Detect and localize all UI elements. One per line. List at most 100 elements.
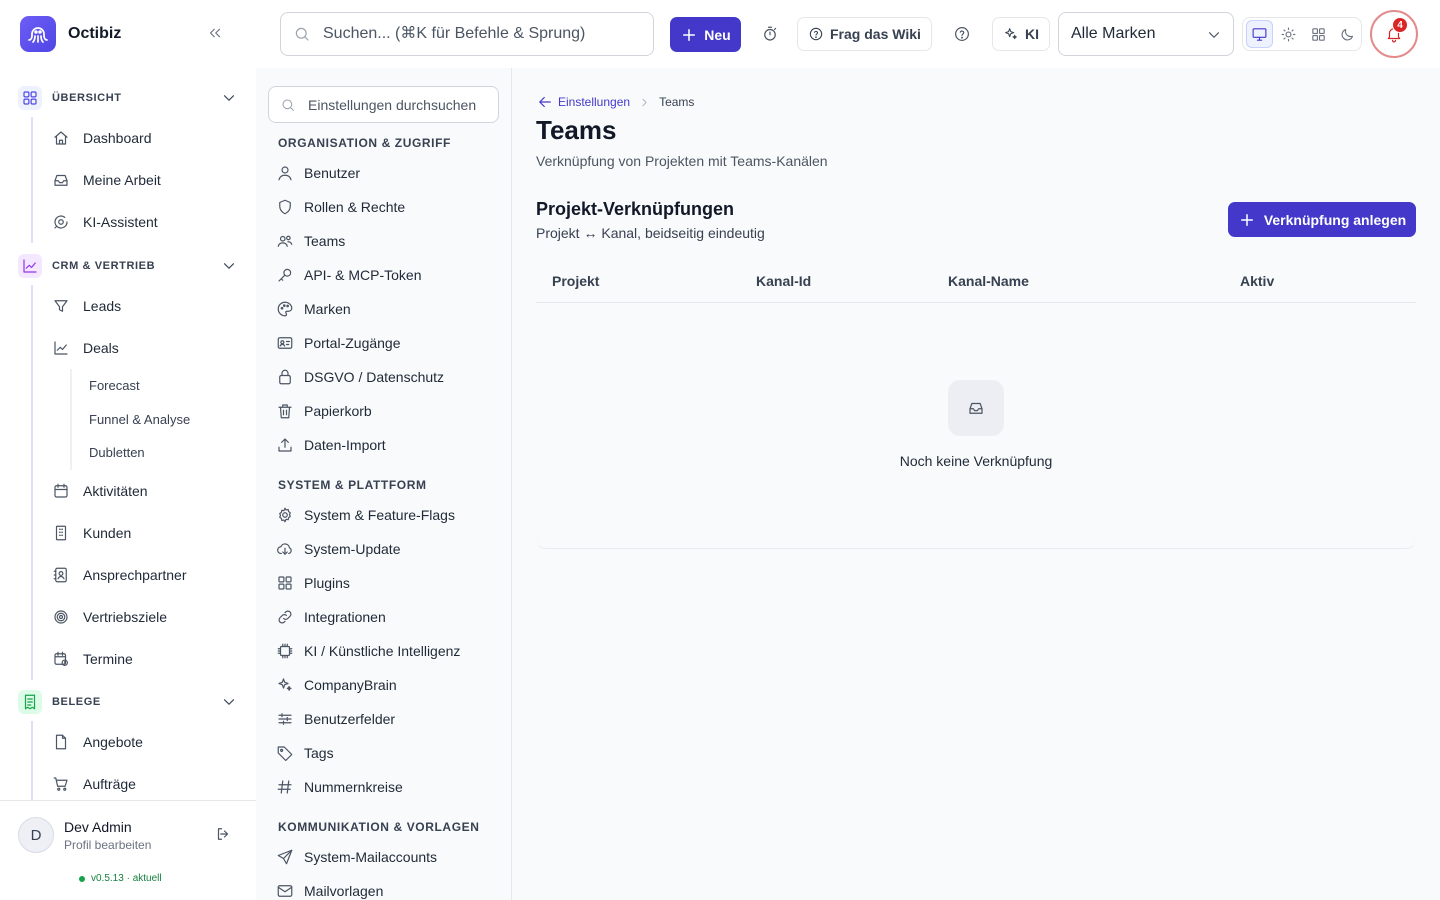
global-search-input[interactable] (323, 25, 643, 43)
links-table: Projekt Kanal-Id Kanal-Name Aktiv Noch k… (536, 261, 1416, 549)
column-header-channel-name[interactable]: Kanal-Name (948, 273, 1029, 289)
nav-group-crm: CRM & VERTRIEB Leads Deals Forecast Funn… (0, 252, 256, 680)
inbox-icon (969, 402, 983, 414)
sun-icon (1281, 27, 1296, 41)
settings-section-label: SYSTEM & PLATTFORM (278, 478, 427, 492)
sidebar-item-my-work[interactable]: Meine Arbeit (33, 159, 256, 201)
settings-item-ai[interactable]: KI / Künstliche Intelligenz (276, 634, 460, 668)
brand-select-value: Alle Marken (1071, 25, 1156, 42)
settings-search-input[interactable] (308, 96, 493, 113)
settings-item-roles[interactable]: Rollen & Rechte (276, 190, 405, 224)
nav-group-documents: BELEGE Angebote Aufträge (0, 688, 256, 805)
sidebar-item-activities[interactable]: Aktivitäten (33, 470, 256, 512)
edit-profile-link[interactable]: Profil bearbeiten (64, 838, 151, 852)
page-subtitle: Verknüpfung von Projekten mit Teams-Kanä… (536, 153, 828, 169)
new-button[interactable]: Neu (670, 17, 741, 52)
target-icon (54, 609, 68, 624)
column-header-project[interactable]: Projekt (552, 273, 599, 289)
logout-button[interactable] (214, 825, 232, 843)
breadcrumb-parent: Einstellungen (558, 95, 631, 109)
brand-select[interactable]: Alle Marken (1058, 12, 1234, 56)
settings-item-mail-accounts[interactable]: System-Mailaccounts (276, 840, 437, 874)
notifications-button[interactable] (1370, 10, 1418, 58)
hash-icon (277, 780, 292, 794)
settings-item-teams[interactable]: Teams (276, 224, 345, 258)
settings-item-number-ranges[interactable]: Nummernkreise (276, 770, 403, 804)
column-header-active[interactable]: Aktiv (1240, 273, 1274, 289)
settings-item-tags[interactable]: Tags (276, 736, 334, 770)
user-name[interactable]: Dev Admin (64, 819, 132, 835)
sidebar-item-orders[interactable]: Aufträge (33, 763, 256, 805)
sidebar-subitem-funnel[interactable]: Funnel & Analyse (72, 403, 256, 437)
settings-item-label: System-Mailaccounts (304, 849, 438, 865)
sidebar-item-appointments[interactable]: Termine (33, 638, 256, 680)
upload-icon (278, 438, 292, 452)
settings-item-gdpr[interactable]: DSGVO / Datenschutz (276, 360, 444, 394)
settings-item-trash[interactable]: Papierkorb (276, 394, 372, 428)
trash-icon (278, 404, 292, 419)
nav-group-header-crm[interactable]: CRM & VERTRIEB (0, 252, 256, 280)
settings-item-api-token[interactable]: API- & MCP-Token (276, 258, 421, 292)
chevrons-left-icon (209, 28, 221, 38)
sidebar-item-leads[interactable]: Leads (33, 285, 256, 327)
theme-system-button[interactable] (1246, 20, 1274, 48)
sidebar-item-dashboard[interactable]: Dashboard (33, 117, 256, 159)
wiki-button[interactable]: Frag das Wiki (797, 17, 932, 51)
layout-button[interactable] (1305, 20, 1332, 48)
octopus-logo-icon (20, 16, 56, 52)
sidebar-item-customers[interactable]: Kunden (33, 512, 256, 554)
grid-icon (18, 86, 42, 110)
ai-button[interactable]: KI (992, 17, 1050, 51)
breadcrumb-back-link[interactable]: Einstellungen (536, 93, 630, 111)
nav-group-header-documents[interactable]: BELEGE (0, 688, 256, 716)
chevron-down-icon[interactable] (220, 89, 238, 107)
global-search[interactable] (280, 12, 654, 56)
timer-button[interactable] (758, 17, 782, 51)
sidebar-item-label: Leads (83, 298, 122, 314)
settings-item-data-import[interactable]: Daten-Import (276, 428, 386, 462)
link-icon (278, 610, 292, 624)
sub-list-deals: Forecast Funnel & Analyse Dubletten (70, 369, 256, 470)
help-button[interactable] (950, 17, 974, 51)
help-circle-icon (809, 27, 823, 41)
table-header: Projekt Kanal-Id Kanal-Name Aktiv (536, 261, 1416, 303)
app-name: Octibiz (68, 25, 122, 42)
chevron-down-icon[interactable] (220, 693, 238, 711)
settings-item-label: Tags (304, 745, 334, 761)
theme-light-button[interactable] (1275, 20, 1302, 48)
settings-item-label: Benutzerfelder (304, 711, 396, 727)
nav-group-label: CRM & VERTRIEB (52, 260, 156, 272)
funnel-icon (54, 300, 68, 312)
settings-item-feature-flags[interactable]: System & Feature-Flags (276, 498, 455, 532)
collapse-sidebar-button[interactable] (206, 24, 224, 42)
sidebar-item-quotes[interactable]: Angebote (33, 721, 256, 763)
settings-item-custom-fields[interactable]: Benutzerfelder (276, 702, 395, 736)
sidebar-subitem-forecast[interactable]: Forecast (72, 369, 256, 403)
theme-dark-button[interactable] (1334, 20, 1361, 48)
sidebar-item-deals[interactable]: Deals (33, 327, 256, 369)
settings-item-companybrain[interactable]: CompanyBrain (276, 668, 397, 702)
chevron-down-icon (1208, 32, 1220, 38)
empty-state-icon-box (948, 380, 1004, 436)
settings-item-label: API- & MCP-Token (304, 267, 422, 283)
avatar[interactable]: D (18, 817, 54, 853)
settings-item-mail-templates[interactable]: Mailvorlagen (276, 874, 383, 900)
nav-group-header-overview[interactable]: ÜBERSICHT (0, 84, 256, 112)
sidebar-subitem-duplicates[interactable]: Dubletten (72, 436, 256, 470)
calendar-icon (54, 483, 68, 498)
settings-item-users[interactable]: Benutzer (276, 156, 360, 190)
breadcrumb: Einstellungen Teams (536, 93, 694, 111)
settings-search[interactable] (268, 86, 499, 123)
settings-item-system-update[interactable]: System-Update (276, 532, 400, 566)
brand[interactable]: Octibiz (20, 16, 121, 52)
settings-item-portal-access[interactable]: Portal-Zugänge (276, 326, 401, 360)
chevron-down-icon[interactable] (220, 257, 238, 275)
settings-item-plugins[interactable]: Plugins (276, 566, 350, 600)
add-link-button[interactable]: Verknüpfung anlegen (1228, 202, 1416, 237)
sidebar-item-sales-goals[interactable]: Vertriebsziele (33, 596, 256, 638)
sidebar-item-contacts[interactable]: Ansprechpartner (33, 554, 256, 596)
settings-item-integrations[interactable]: Integrationen (276, 600, 386, 634)
column-header-channel-id[interactable]: Kanal-Id (756, 273, 811, 289)
settings-item-brands[interactable]: Marken (276, 292, 351, 326)
sidebar-item-ai-assistant[interactable]: KI-Assistent (33, 201, 256, 243)
